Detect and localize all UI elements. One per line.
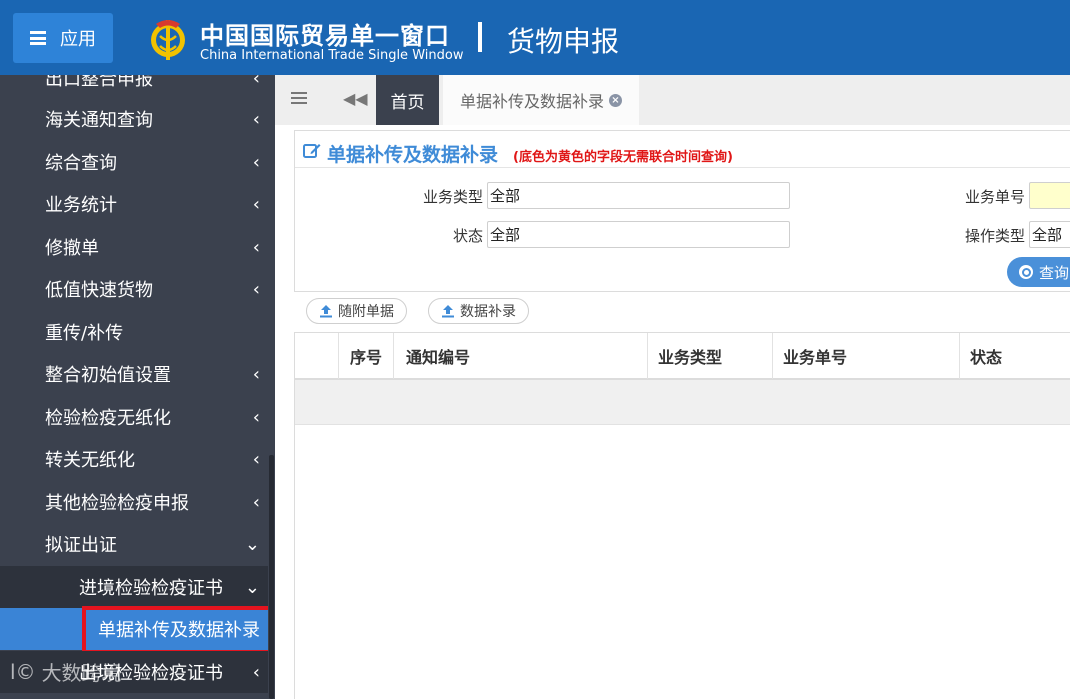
sidebar-item-inspection-paperless[interactable]: 检验检疫无纸化 ‹: [0, 396, 268, 438]
sidebar-item-label: 其他检验检疫申报: [45, 493, 189, 514]
collapse-menu-icon[interactable]: [291, 91, 307, 105]
app-menu-label: 应用: [60, 29, 96, 50]
chevron-down-icon: ⌄: [244, 533, 260, 555]
chevron-left-icon: ‹: [252, 75, 260, 89]
sidebar-scrollbar-thumb[interactable]: [269, 455, 274, 699]
chevron-left-icon: ‹: [252, 448, 260, 470]
sidebar-item-label: 海关通知查询: [45, 110, 153, 131]
watermark-text: 大数跨境: [41, 661, 122, 685]
top-header: 应用 中国国际贸易单一窗口 China International Trade …: [0, 0, 1070, 75]
sidebar-item-label: 转关无纸化: [45, 450, 135, 471]
sidebar-item-label: 整合初始值设置: [45, 365, 171, 386]
business-no-label: 业务单号: [964, 188, 1025, 206]
sidebar-item-initial-settings[interactable]: 整合初始值设置 ‹: [0, 353, 268, 395]
brand-title: 中国国际贸易单一窗口: [200, 22, 450, 50]
column-header-index[interactable]: 序号: [339, 333, 394, 379]
table-checkbox-column[interactable]: [295, 333, 339, 379]
double-chevron-left-icon[interactable]: ◀◀: [343, 89, 368, 108]
sidebar-item-transit-paperless[interactable]: 转关无纸化 ‹: [0, 438, 268, 480]
upload-icon: [320, 305, 332, 318]
sidebar-item-general-query[interactable]: 综合查询 ‹: [0, 141, 268, 183]
chevron-left-icon: ‹: [252, 491, 260, 513]
sidebar-item-low-value-goods[interactable]: 低值快速货物 ‹: [0, 268, 268, 310]
data-entry-button[interactable]: 数据补录: [428, 298, 529, 324]
tab-home[interactable]: 首页: [376, 75, 439, 125]
chevron-left-icon: ‹: [252, 406, 260, 428]
sidebar-item-customs-notice[interactable]: 海关通知查询 ‹: [0, 98, 268, 140]
search-panel: 单据补传及数据补录 (底色为黄色的字段无需联合时间查询) 业务类型 全部 状态 …: [294, 130, 1070, 292]
chevron-left-icon: ‹: [252, 108, 260, 130]
table-empty-row: [295, 380, 1070, 425]
sidebar-item-label: 进境检验检疫证书: [79, 578, 223, 599]
sidebar-item-label: 重传/补传: [45, 323, 124, 344]
business-type-select[interactable]: 全部: [487, 182, 790, 209]
highlight-annotation-box: [82, 606, 272, 654]
brand-subtitle-en: China International Trade Single Window: [200, 48, 464, 63]
sidebar-item-label: 检验检疫无纸化: [45, 408, 171, 429]
edit-icon: [303, 144, 321, 158]
business-type-label: 业务类型: [422, 188, 483, 206]
sidebar-item-retransmit[interactable]: 重传/补传: [0, 311, 268, 353]
panel-note: (底色为黄色的字段无需联合时间查询): [513, 150, 733, 165]
watermark: ⅼ© 大数跨境: [10, 657, 122, 686]
chevron-left-icon: ‹: [252, 151, 260, 173]
column-header-business-type[interactable]: 业务类型: [648, 333, 773, 379]
query-button[interactable]: 查询: [1007, 257, 1070, 287]
module-title: 货物申报: [507, 25, 620, 58]
status-select[interactable]: 全部: [487, 221, 790, 248]
sidebar-item-label: 业务统计: [45, 195, 117, 216]
sidebar-item-label: 综合查询: [45, 153, 117, 174]
column-header-status[interactable]: 状态: [960, 333, 1070, 379]
sidebar-item-label: 拟证出证: [45, 535, 117, 556]
operation-type-label: 操作类型: [964, 227, 1025, 245]
chevron-left-icon: ‹: [252, 661, 260, 683]
sidebar-item-label: 低值快速货物: [45, 280, 153, 301]
data-entry-label: 数据补录: [460, 304, 516, 320]
chevron-down-icon: ⌄: [244, 576, 260, 598]
panel-header: 单据补传及数据补录 (底色为黄色的字段无需联合时间查询): [295, 131, 1070, 168]
chevron-left-icon: ‹: [252, 236, 260, 258]
sidebar-item-other-inspection[interactable]: 其他检验检疫申报 ‹: [0, 481, 268, 523]
sidebar-item-export-declaration[interactable]: 出口整合申报 ‹: [0, 75, 268, 99]
business-no-input[interactable]: [1029, 182, 1070, 209]
sidebar-item-modify-cancel[interactable]: 修撤单 ‹: [0, 226, 268, 268]
upload-icon: [442, 305, 454, 318]
attach-docs-button[interactable]: 随附单据: [306, 298, 407, 324]
sidebar-item-statistics[interactable]: 业务统计 ‹: [0, 183, 268, 225]
app-menu-button[interactable]: 应用: [13, 13, 113, 63]
sidebar-item-label: 出口整合申报: [45, 75, 153, 90]
customs-logo-icon: [151, 20, 185, 60]
operation-type-select[interactable]: 全部: [1029, 221, 1070, 248]
tab-doc-supplement[interactable]: 单据补传及数据补录 ×: [443, 75, 639, 125]
status-label: 状态: [452, 227, 483, 245]
tab-label: 单据补传及数据补录: [459, 92, 604, 111]
close-icon[interactable]: ×: [609, 93, 622, 107]
search-icon: [1019, 265, 1033, 279]
sidebar-item-certificate[interactable]: 拟证出证 ⌄: [0, 523, 268, 565]
menu-icon: [30, 31, 46, 45]
sidebar-item-label: 修撤单: [45, 238, 99, 259]
watermark-logo-icon: ⅼ©: [10, 659, 36, 684]
results-table: 序号 通知编号 业务类型 业务单号 状态: [294, 332, 1070, 699]
table-header: 序号 通知编号 业务类型 业务单号 状态: [295, 332, 1070, 380]
brand-divider: [478, 22, 482, 52]
sidebar: 出口整合申报 ‹ 海关通知查询 ‹ 综合查询 ‹ 业务统计 ‹ 修撤单 ‹ 低值…: [0, 75, 275, 699]
column-header-business-no[interactable]: 业务单号: [773, 333, 960, 379]
chevron-left-icon: ‹: [252, 278, 260, 300]
chevron-left-icon: ‹: [252, 363, 260, 385]
query-button-label: 查询: [1039, 263, 1070, 282]
chevron-left-icon: ‹: [252, 193, 260, 215]
panel-title: 单据补传及数据补录: [327, 144, 499, 166]
column-header-notice-no[interactable]: 通知编号: [394, 333, 648, 379]
sidebar-subitem-inbound-certificate[interactable]: 进境检验检疫证书 ⌄: [0, 566, 268, 608]
tab-bar: ◀◀ 首页 单据补传及数据补录 ×: [275, 75, 1070, 125]
attach-docs-label: 随附单据: [338, 304, 394, 320]
